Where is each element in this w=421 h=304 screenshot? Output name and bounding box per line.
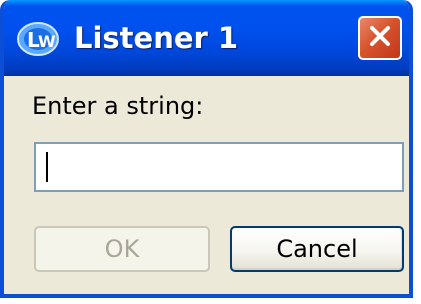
close-icon	[367, 23, 393, 53]
close-button[interactable]	[358, 16, 402, 60]
title-bar[interactable]: L W Listener 1	[4, 0, 409, 76]
prompt-label: Enter a string:	[32, 92, 204, 120]
window-title: Listener 1	[74, 21, 239, 55]
dialog-content: Enter a string: OK Cancel	[4, 76, 409, 294]
string-input[interactable]	[34, 142, 404, 192]
text-caret	[46, 152, 48, 182]
svg-text:W: W	[38, 32, 56, 51]
cancel-button[interactable]: Cancel	[230, 226, 404, 272]
dialog-window: L W Listener 1 Enter a string: OK Cancel	[0, 0, 413, 298]
lw-app-icon: L W	[16, 20, 64, 58]
ok-button[interactable]: OK	[34, 226, 210, 272]
